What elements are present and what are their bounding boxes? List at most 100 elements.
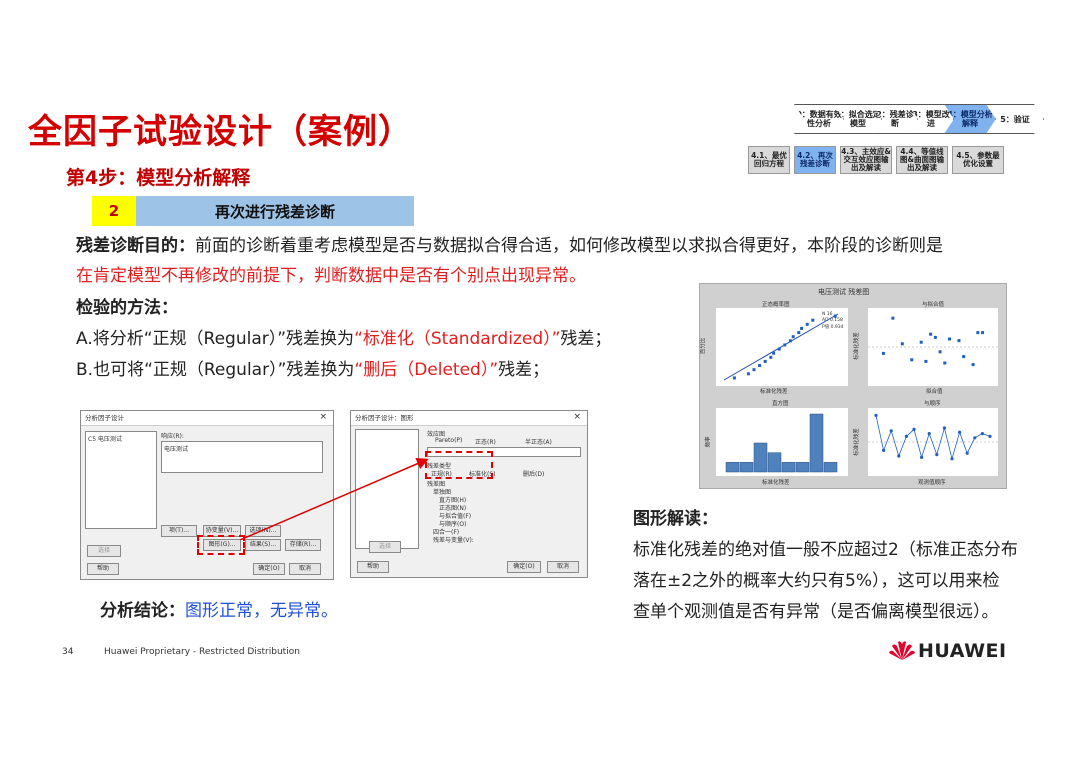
- page-title: 全因子试验设计（案例）: [28, 112, 413, 152]
- order-point: [958, 430, 962, 434]
- method-a: A.将分析“正规（Regular）”残差换为“标准化（Standardized）…: [76, 326, 611, 352]
- fits-point: [900, 342, 904, 346]
- normal-point: [769, 355, 773, 359]
- page-number: 34: [62, 647, 74, 657]
- normal-point: [783, 343, 787, 347]
- normal-point: [805, 322, 809, 326]
- resid-opt-deleted[interactable]: 删后(D): [523, 469, 544, 478]
- order-point: [897, 454, 901, 458]
- plot-opt-vs-variables[interactable]: 残差与变量(V):: [433, 535, 474, 544]
- order-point: [920, 455, 924, 459]
- dialog2-select-button[interactable]: 选择: [369, 541, 401, 553]
- effect-opt-halfnormal[interactable]: 半正态(A): [525, 437, 552, 446]
- purpose-label: 残差诊断目的：: [76, 236, 195, 256]
- order-point: [965, 451, 969, 455]
- dialog2-cancel-button[interactable]: 取消: [547, 561, 579, 573]
- residual-plot-marks: [723, 313, 998, 473]
- process-flow: 0：数据有效性分析 1：拟合选定模型 2：残差诊断 3：模型改进 4：模型分析解…: [748, 104, 1054, 176]
- order-point: [874, 413, 878, 417]
- normal-fit-line: [723, 313, 839, 381]
- normal-point: [752, 368, 756, 372]
- fits-point: [933, 335, 937, 339]
- column-list-item[interactable]: C5 电压测试: [86, 432, 156, 445]
- fits-point: [957, 339, 961, 343]
- order-point: [973, 436, 977, 440]
- substep-4-5: 4.5、参数最优化设置: [952, 146, 1004, 174]
- help-button[interactable]: 帮助: [87, 563, 119, 575]
- step-title-badge: 再次进行残差诊断: [136, 196, 414, 226]
- graph-reading-line-1: 标准化残差的绝对值一般不应超过2（标准正态分布: [633, 540, 1018, 560]
- order-point: [980, 432, 984, 436]
- step-number-badge: 2: [92, 196, 136, 226]
- normal-point: [758, 364, 762, 368]
- dialog2-help-button[interactable]: 帮助: [357, 561, 389, 573]
- order-point: [889, 429, 893, 433]
- histogram-bar: [725, 462, 740, 473]
- normal-point: [800, 326, 804, 330]
- normal-point: [833, 314, 837, 318]
- order-point: [882, 448, 886, 452]
- method-b-pre: B.也可将“正规（Regular）”残差换为: [76, 360, 355, 380]
- residual-plots-figure: 电压测试 残差图 正态概率图 与拟合值 直方图 与顺序 标准化残差 拟合值 标准…: [699, 283, 1007, 489]
- terms-button[interactable]: 项(T)...: [161, 525, 197, 537]
- normal-point: [772, 351, 776, 355]
- cancel-button[interactable]: 取消: [289, 563, 321, 575]
- huawei-logo-icon: [889, 641, 915, 660]
- histogram-bar: [781, 462, 796, 473]
- histogram-bar: [739, 462, 754, 473]
- column-list[interactable]: C5 电压测试: [85, 431, 157, 529]
- purpose-text-2: 在肯定模型不再修改的前提下，判断数据中是否有个别点出现异常。: [76, 266, 586, 286]
- order-point: [988, 434, 992, 438]
- conclusion-text: 图形正常，无异常。: [185, 601, 338, 621]
- storage-button[interactable]: 存储(R)...: [285, 539, 321, 551]
- select-button[interactable]: 选择: [87, 545, 121, 557]
- method-b-highlight: “删后（Deleted）”: [354, 360, 499, 380]
- order-line: [875, 415, 991, 461]
- substep-4-2: 4.2、再次残差诊断: [794, 146, 836, 174]
- fits-point: [976, 331, 980, 335]
- normal-point: [763, 359, 767, 363]
- normal-point: [811, 318, 815, 322]
- fits-point: [971, 363, 975, 367]
- method-label: 检验的方法：: [76, 298, 178, 318]
- fits-point: [910, 358, 914, 362]
- purpose-line-1: 残差诊断目的：前面的诊断着重考虑模型是否与数据拟合得合适，如何修改模型以求拟合得…: [76, 233, 943, 259]
- purpose-text-1: 前面的诊断着重考虑模型是否与数据拟合得合适，如何修改模型以求拟合得更好，本阶段的…: [195, 236, 943, 256]
- fits-point: [924, 359, 928, 363]
- graph-reading-label: 图形解读：: [633, 509, 718, 529]
- histogram-bar: [767, 452, 782, 473]
- dialog2-ok-button[interactable]: 确定(O): [507, 561, 541, 573]
- order-point: [912, 427, 916, 431]
- fits-point: [948, 337, 952, 341]
- fits-point: [929, 332, 933, 336]
- normal-point: [746, 372, 750, 376]
- histogram-bar: [753, 442, 768, 473]
- fits-point: [891, 316, 895, 320]
- method-a-highlight: “标准化（Standardized）”: [354, 329, 561, 349]
- substep-4-3: 4.3、主效应&交互效应图输出及解读: [840, 146, 892, 174]
- method-b-post: 残差；: [498, 360, 550, 380]
- connector-arrow: [239, 458, 429, 540]
- fits-point: [919, 340, 923, 344]
- normal-point: [797, 331, 801, 335]
- normal-point: [788, 339, 792, 343]
- fits-point: [943, 361, 947, 365]
- fits-point: [962, 355, 966, 359]
- results-button[interactable]: 结果(S)...: [245, 539, 281, 551]
- order-point: [927, 432, 931, 436]
- fits-point: [938, 350, 942, 354]
- process-step-0: 0：数据有效性分析: [794, 104, 844, 134]
- ok-button[interactable]: 确定(O): [253, 563, 285, 575]
- effect-opt-pareto[interactable]: Pareto(P): [435, 437, 462, 444]
- effect-opt-normal[interactable]: 正态(R): [475, 437, 496, 446]
- footer-text: Huawei Proprietary - Restricted Distribu…: [104, 647, 300, 657]
- dialog2-close-icon[interactable]: ×: [573, 412, 581, 422]
- substep-4-1: 4.1、最优回归方程: [748, 146, 790, 174]
- graph-reading-line-3: 查单个观测值是否有异常（是否偏离模型很远）。: [633, 602, 999, 622]
- brand-name: HUAWEI: [918, 640, 1007, 662]
- fits-point: [981, 331, 985, 335]
- histogram-bar: [809, 413, 824, 473]
- order-point: [950, 457, 954, 461]
- substep-4-4: 4.4、等值线图&曲面图输出及解读: [896, 146, 948, 174]
- histogram-bar: [795, 462, 810, 473]
